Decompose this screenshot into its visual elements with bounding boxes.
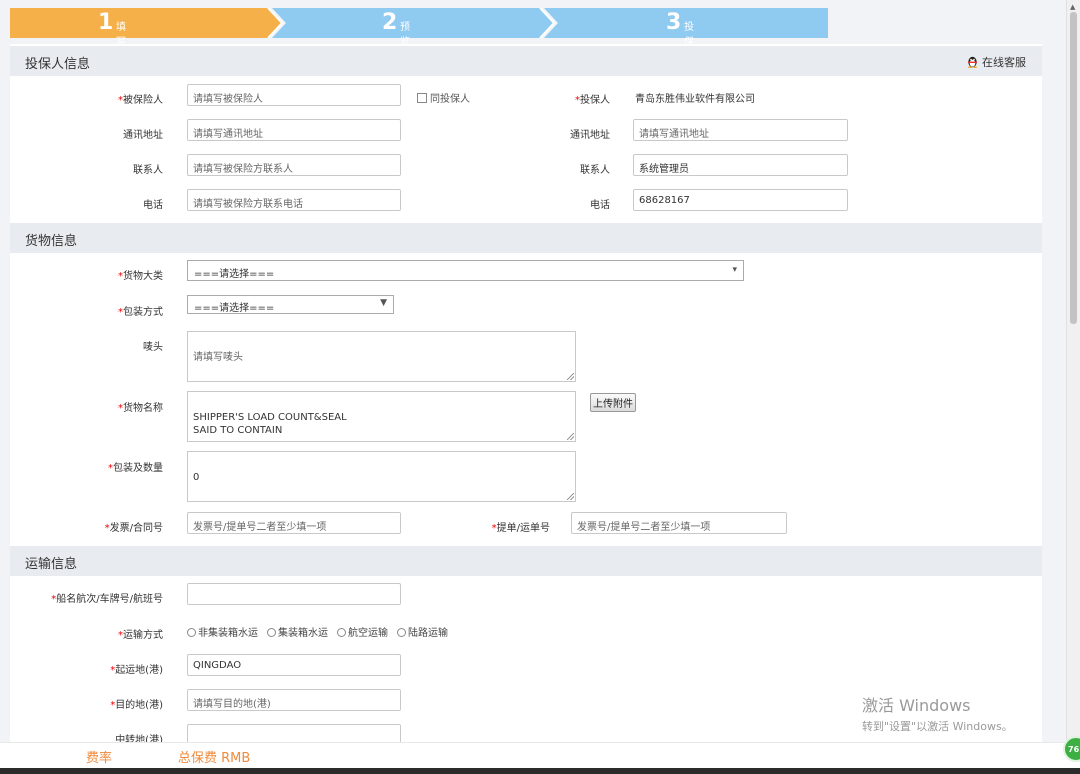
address-right-label: 通讯地址 — [570, 130, 610, 141]
category-select-value: ===请选择=== — [194, 269, 275, 280]
step-2-number: 2 — [382, 10, 398, 35]
rate-label: 费率 — [86, 751, 113, 766]
qq-penguin-icon — [968, 56, 977, 68]
destination-label: *目的地(港) — [110, 700, 163, 711]
transport-mode-group: 非集装箱水运 集装箱水运 航空运输 陆路运输 — [187, 624, 448, 639]
resize-handle[interactable] — [567, 493, 574, 500]
insured-label: *被保险人 — [118, 95, 163, 106]
scroll-up-icon[interactable]: ▲ — [1070, 3, 1075, 11]
mode-label: 集装箱水运 — [278, 628, 328, 639]
radio-circle — [267, 628, 276, 637]
transit-input[interactable] — [187, 724, 401, 744]
mode-radio-non-container[interactable]: 非集装箱水运 — [187, 624, 258, 639]
cargo-section-title: 货物信息 — [25, 234, 78, 249]
category-select[interactable]: ===请选择=== ▾ — [187, 260, 744, 281]
cargo-section-header: 货物信息 — [10, 223, 1042, 253]
applicant-value: 青岛东胜伟业软件有限公司 — [635, 94, 755, 105]
windows-activation-watermark: 激活 Windows 转到"设置"以激活 Windows。 — [862, 692, 1013, 734]
marks-placeholder: 请填写唛头 — [193, 352, 243, 363]
step-2-shape — [272, 8, 554, 38]
form-panel: 投保人信息 在线客服 *被保险人 请填写被保险人 同投保人 *投保人 青岛东胜伟… — [10, 44, 1042, 744]
contact-right-input[interactable]: 系统管理员 — [633, 154, 848, 176]
checkbox-box — [417, 93, 427, 103]
invoice-label: *发票/合同号 — [104, 523, 163, 534]
contact-input[interactable]: 请填写被保险方联系人 — [187, 154, 401, 176]
contact-right-label: 联系人 — [580, 165, 610, 176]
bl-label: *提单/运单号 — [491, 523, 550, 534]
vessel-input[interactable] — [187, 583, 401, 605]
packing-select[interactable]: ===请选择=== ▼ — [187, 295, 394, 314]
chevron-down-icon: ▾ — [732, 265, 737, 275]
marks-label: 唛头 — [143, 342, 163, 353]
marks-textarea[interactable]: 请填写唛头 — [187, 331, 576, 382]
mode-radio-land[interactable]: 陆路运输 — [397, 624, 448, 639]
insurer-section-header: 投保人信息 在线客服 — [10, 46, 1042, 76]
taskbar-strip — [0, 768, 1080, 774]
radio-circle — [397, 628, 406, 637]
mode-label: 航空运输 — [348, 628, 388, 639]
goods-name-label: *货物名称 — [118, 403, 163, 414]
address-right-input[interactable]: 请填写通讯地址 — [633, 119, 848, 141]
quantity-textarea[interactable]: 0 — [187, 451, 576, 502]
steps-background — [10, 8, 828, 38]
phone-input[interactable]: 请填写被保险方联系电话 — [187, 189, 401, 211]
transport-section-title: 运输信息 — [25, 557, 78, 572]
resize-handle[interactable] — [567, 373, 574, 380]
contact-label: 联系人 — [133, 165, 163, 176]
origin-label: *起运地(港) — [110, 665, 163, 676]
step-1-number: 1 — [98, 10, 114, 35]
resize-handle[interactable] — [567, 433, 574, 440]
mode-label: 非集装箱水运 — [198, 628, 258, 639]
goods-name-value: SHIPPER'S LOAD COUNT&SEAL SAID TO CONTAI… — [193, 412, 347, 436]
online-service-label: 在线客服 — [982, 56, 1026, 69]
progress-steps: 1 填写投保信息 2 预览确认 3 投保完成 — [10, 8, 828, 108]
step-3-number: 3 — [666, 10, 682, 35]
watermark-subtitle: 转到"设置"以激活 Windows。 — [862, 720, 1013, 733]
insurer-section-title: 投保人信息 — [25, 57, 91, 72]
transport-mode-label: *运输方式 — [118, 630, 163, 641]
phone-right-input[interactable]: 68628167 — [633, 189, 848, 211]
origin-input[interactable]: QINGDAO — [187, 654, 401, 676]
total-premium-label: 总保费 RMB — [178, 751, 251, 766]
bl-input[interactable]: 发票号/提单号二者至少填一项 — [571, 512, 787, 534]
quantity-label: *包装及数量 — [108, 463, 163, 474]
mode-radio-air[interactable]: 航空运输 — [337, 624, 388, 639]
online-service-link[interactable]: 在线客服 — [967, 54, 1026, 70]
premium-footer: 费率 总保费 RMB — [0, 742, 1080, 769]
packing-label: *包装方式 — [118, 307, 163, 318]
same-as-applicant-checkbox[interactable]: 同投保人 — [417, 90, 470, 105]
packing-select-value: ===请选择=== — [194, 303, 275, 314]
page-scrollbar[interactable]: ▲ — [1066, 0, 1080, 740]
same-as-applicant-label: 同投保人 — [430, 94, 470, 105]
address-label: 通讯地址 — [123, 130, 163, 141]
radio-circle — [337, 628, 346, 637]
phone-label: 电话 — [143, 200, 163, 211]
address-input[interactable]: 请填写通讯地址 — [187, 119, 401, 141]
applicant-label: *投保人 — [575, 95, 610, 106]
dropdown-arrow-icon: ▼ — [380, 298, 387, 308]
phone-right-label: 电话 — [590, 200, 610, 211]
category-label: *货物大类 — [118, 271, 163, 282]
watermark-title: 激活 Windows — [862, 696, 971, 715]
destination-input[interactable]: 请填写目的地(港) — [187, 689, 401, 711]
transport-section-header: 运输信息 — [10, 546, 1042, 576]
invoice-input[interactable]: 发票号/提单号二者至少填一项 — [187, 512, 401, 534]
upload-attachment-button[interactable]: 上传附件 — [590, 393, 636, 412]
goods-name-textarea[interactable]: SHIPPER'S LOAD COUNT&SEAL SAID TO CONTAI… — [187, 391, 576, 442]
vessel-label: *船名航次/车牌号/航班号 — [51, 594, 163, 605]
quantity-value: 0 — [193, 472, 200, 483]
mode-radio-container[interactable]: 集装箱水运 — [267, 624, 328, 639]
scrollbar-thumb[interactable] — [1070, 12, 1077, 324]
mode-label: 陆路运输 — [408, 628, 448, 639]
step-1-shape — [10, 8, 282, 38]
radio-circle — [187, 628, 196, 637]
insured-input[interactable]: 请填写被保险人 — [187, 84, 401, 106]
